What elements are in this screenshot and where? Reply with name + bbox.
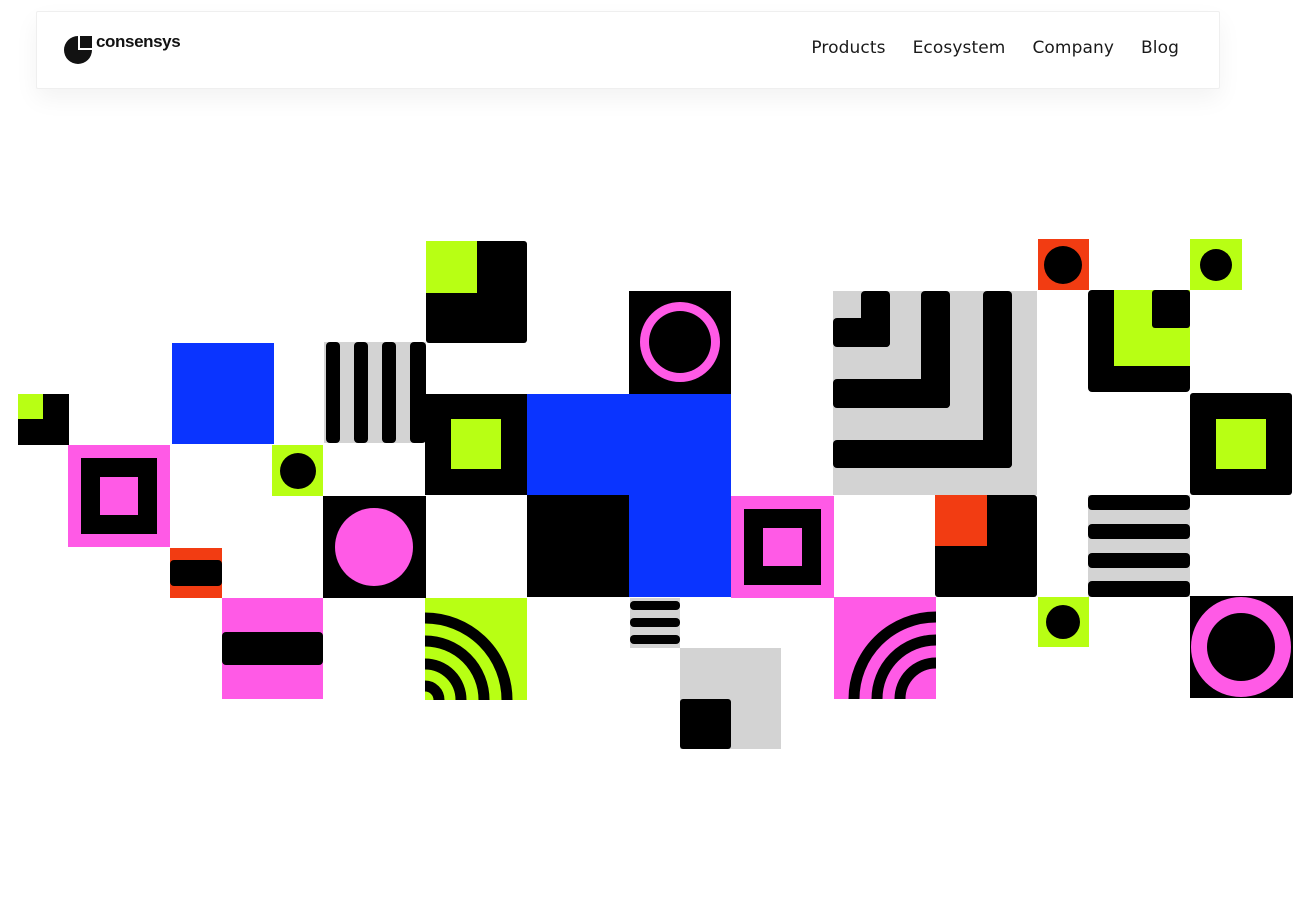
tile-pink-arcs [834,597,936,699]
tile-lime-arcs [425,598,527,700]
tile-lime-corner-small [18,394,69,445]
tile-pink-concentric-square [68,445,170,547]
tile-red-black-band [170,548,222,598]
tile-pink-concentric-square-2 [731,496,834,598]
tile-gray-nested-corners [833,291,1037,495]
tile-black-square [527,495,629,597]
tile-lime-black-corner [1088,290,1190,392]
tile-blue-square [172,343,274,444]
tile-red-corner [935,495,1037,597]
tile-lime-corner-top [426,241,527,343]
tile-red-dot [1038,239,1089,290]
tile-vertical-stripes [324,342,426,443]
tile-pink-ring [629,291,731,394]
tile-pink-bar [222,598,323,699]
tile-gray-corner [680,648,781,749]
tile-horizontal-stripes [1088,495,1190,597]
tile-pink-ring-right [1190,596,1293,698]
tile-pink-circle [323,496,426,598]
tile-lime-dot-lower [1038,597,1089,647]
tile-lime-dot-top-right [1190,239,1242,290]
hero-geometric-mosaic [18,239,1293,749]
tile-small-stripes [630,598,680,648]
tile-lime-inner-square [425,394,527,495]
tile-lime-inner-square-right [1190,393,1292,495]
tile-lime-dot [272,445,323,496]
